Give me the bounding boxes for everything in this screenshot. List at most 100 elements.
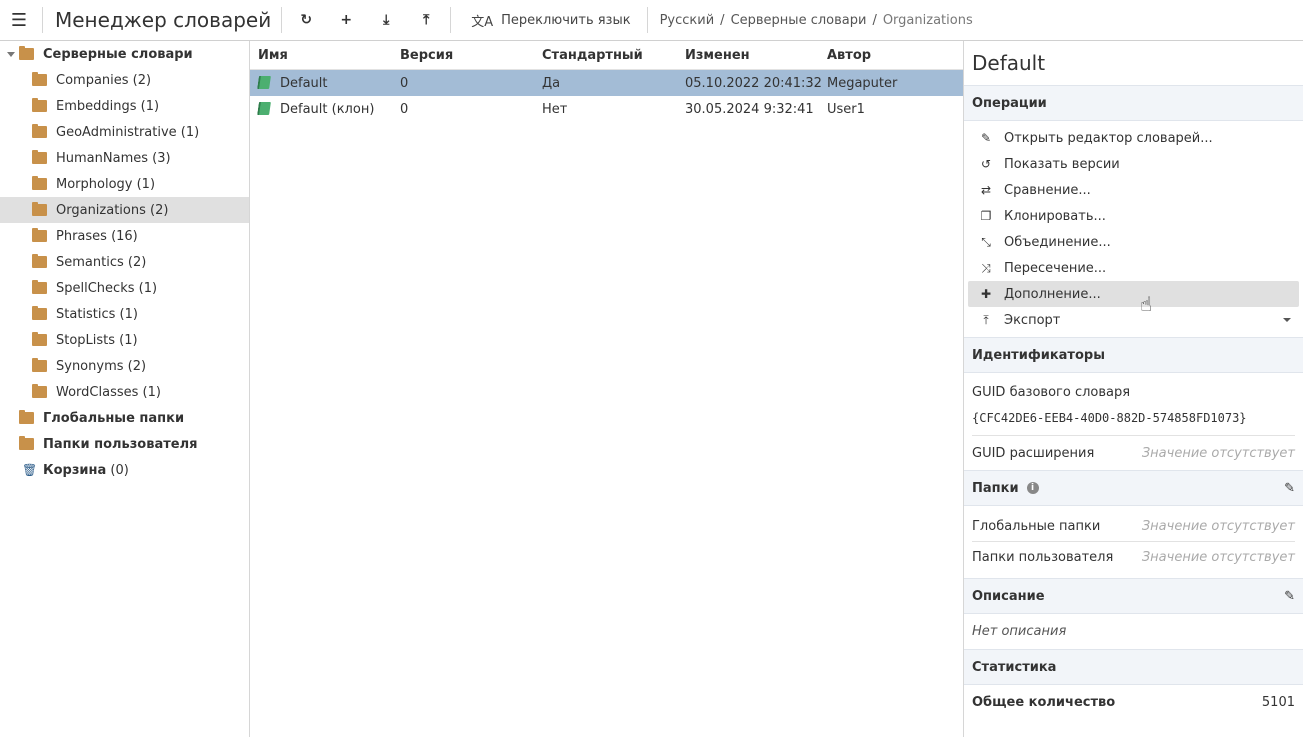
column-header[interactable]: Имя: [250, 48, 392, 63]
hand-cursor-icon: ☝: [1140, 292, 1153, 316]
operation-item[interactable]: ⤡ Объединение...: [968, 229, 1299, 255]
tree-item[interactable]: Embeddings (1): [0, 93, 249, 119]
folder-icon: [32, 332, 47, 346]
table-cell: Megaputer: [819, 76, 963, 91]
user-folders-row: Папки пользователя Значение отсутствует: [964, 542, 1303, 578]
divider: [42, 7, 43, 33]
column-header[interactable]: Автор: [819, 48, 963, 63]
tree-label: SpellChecks (1): [56, 280, 158, 296]
tree-item[interactable]: StopLists (1): [0, 327, 249, 353]
folder-icon: [19, 436, 34, 450]
add-icon[interactable]: +: [326, 5, 366, 35]
cell-text: Default (клон): [280, 101, 375, 117]
folder-icon: [32, 176, 47, 190]
table-row[interactable]: Default (клон) 0 Нет 30.05.2024 9:32:41 User…: [250, 96, 963, 122]
tree-label: Semantics (2): [56, 254, 147, 270]
divider: [646, 7, 648, 33]
cell-text: User1: [827, 101, 865, 117]
tree-root-server[interactable]: Серверные словари: [0, 41, 249, 67]
section-title: Папки: [972, 480, 1019, 496]
edit-folders-icon[interactable]: ✎: [1284, 481, 1295, 496]
column-header[interactable]: Стандартный: [534, 48, 677, 63]
tree-label: Synonyms (2): [56, 358, 147, 374]
table-row[interactable]: Default 0 Да 05.10.2022 20:41:32 Megaputer: [250, 70, 963, 96]
tree-item[interactable]: Phrases (16): [0, 223, 249, 249]
section-identifiers: Идентификаторы: [964, 337, 1303, 373]
cell-text: 30.05.2024 9:32:41: [685, 101, 814, 117]
operation-label: Экспорт: [1004, 312, 1061, 328]
tree-label: StopLists (1): [56, 332, 138, 348]
switch-language-button[interactable]: 文A Переключить язык: [455, 5, 642, 35]
breadcrumb: Русский / Серверные словари / Organization…: [652, 13, 973, 28]
tree-trash[interactable]: 🗑 Корзина (0): [0, 457, 249, 483]
info-icon[interactable]: i: [1026, 482, 1039, 494]
menu-icon[interactable]: ☰: [0, 5, 38, 35]
history-icon: ↺: [980, 157, 992, 171]
cell-text: Default: [280, 75, 328, 91]
clone-icon: ❐: [980, 209, 992, 223]
details-panel: Default Операции ✎ Открыть редактор слова…: [963, 41, 1303, 737]
operation-item[interactable]: ↺ Показать версии: [968, 151, 1299, 177]
toolbar: ☰ Менеджер словарей ↻ + ⤓ ⤒ 文A Переключит…: [0, 0, 1303, 41]
tree-item[interactable]: SpellChecks (1): [0, 275, 249, 301]
operation-label: Сравнение...: [1004, 182, 1091, 198]
edit-description-icon[interactable]: ✎: [1284, 589, 1295, 604]
shuffle-icon: ⤨: [981, 260, 991, 275]
refresh-icon[interactable]: ↻: [286, 5, 326, 35]
upload-icon: ⤒: [983, 312, 989, 327]
tree-user-folders[interactable]: Папки пользователя: [0, 431, 249, 457]
tree-item[interactable]: Semantics (2): [0, 249, 249, 275]
breadcrumb-item[interactable]: Серверные словари: [731, 13, 867, 28]
tree-item[interactable]: HumanNames (3): [0, 145, 249, 171]
section-title: Идентификаторы: [972, 347, 1105, 363]
tree-label: Глобальные папки: [43, 410, 185, 426]
folder-icon: [32, 150, 47, 164]
tree-item[interactable]: Organizations (2): [0, 197, 249, 223]
operation-item[interactable]: ❐ Клонировать...: [968, 203, 1299, 229]
compare-icon: ⇄: [980, 183, 992, 197]
column-header[interactable]: Версия: [392, 48, 534, 63]
base-guid-value: {CFC42DE6-EEB4-40D0-882D-574858FD1073}: [972, 407, 1295, 436]
tree-label: GeoAdministrative (1): [56, 124, 200, 140]
switch-language-label: Переключить язык: [501, 12, 631, 28]
tree-label: Companies (2): [56, 72, 152, 88]
cell-text: 0: [400, 75, 409, 91]
import-icon[interactable]: ⤓: [366, 5, 406, 35]
expand-caret-icon[interactable]: [7, 51, 15, 57]
tree-item[interactable]: Statistics (1): [0, 301, 249, 327]
folder-icon: [32, 280, 47, 294]
operation-item[interactable]: ⤨ Пересечение...: [968, 255, 1299, 281]
tree-label: Morphology (1): [56, 176, 156, 192]
folder-icon: [32, 228, 47, 242]
column-header[interactable]: Изменен: [677, 48, 819, 63]
table-cell: Да: [534, 76, 677, 91]
tree-item[interactable]: Synonyms (2): [0, 353, 249, 379]
operation-item[interactable]: ✚ Дополнение...: [968, 281, 1299, 307]
tree-label: Серверные словари: [43, 46, 193, 62]
table-cell: 0: [392, 76, 534, 91]
table-cell: Default (клон): [250, 101, 392, 117]
tree-item[interactable]: Morphology (1): [0, 171, 249, 197]
tree-item[interactable]: WordClasses (1): [0, 379, 249, 405]
operation-item[interactable]: ⇄ Сравнение...: [968, 177, 1299, 203]
ext-guid-label: GUID расширения: [972, 445, 1095, 461]
tree-label: Embeddings (1): [56, 98, 160, 114]
sidebar-tree: Серверные словари Companies (2) Embedding…: [0, 41, 250, 737]
section-title: Статистика: [972, 659, 1057, 675]
breadcrumb-item[interactable]: Русский: [660, 13, 715, 28]
merge-icon: ⤡: [981, 234, 991, 249]
tree-item[interactable]: GeoAdministrative (1): [0, 119, 249, 145]
tree-item[interactable]: Companies (2): [0, 67, 249, 93]
operation-item[interactable]: ⤒ Экспорт: [968, 307, 1299, 333]
tree-global-folders[interactable]: Глобальные папки: [0, 405, 249, 431]
ext-guid-row: GUID расширения Значение отсутствует: [964, 436, 1303, 470]
operation-label: Открыть редактор словарей...: [1004, 130, 1213, 146]
folder-icon: [32, 98, 47, 112]
operation-item[interactable]: ✎ Открыть редактор словарей...: [968, 125, 1299, 151]
chevron-down-icon[interactable]: [1283, 318, 1291, 322]
export-icon[interactable]: ⤒: [406, 5, 446, 35]
operation-label: Пересечение...: [1004, 260, 1107, 276]
operation-label: Объединение...: [1004, 234, 1111, 250]
table-cell: Нет: [534, 102, 677, 117]
table-cell: Default: [250, 75, 392, 91]
